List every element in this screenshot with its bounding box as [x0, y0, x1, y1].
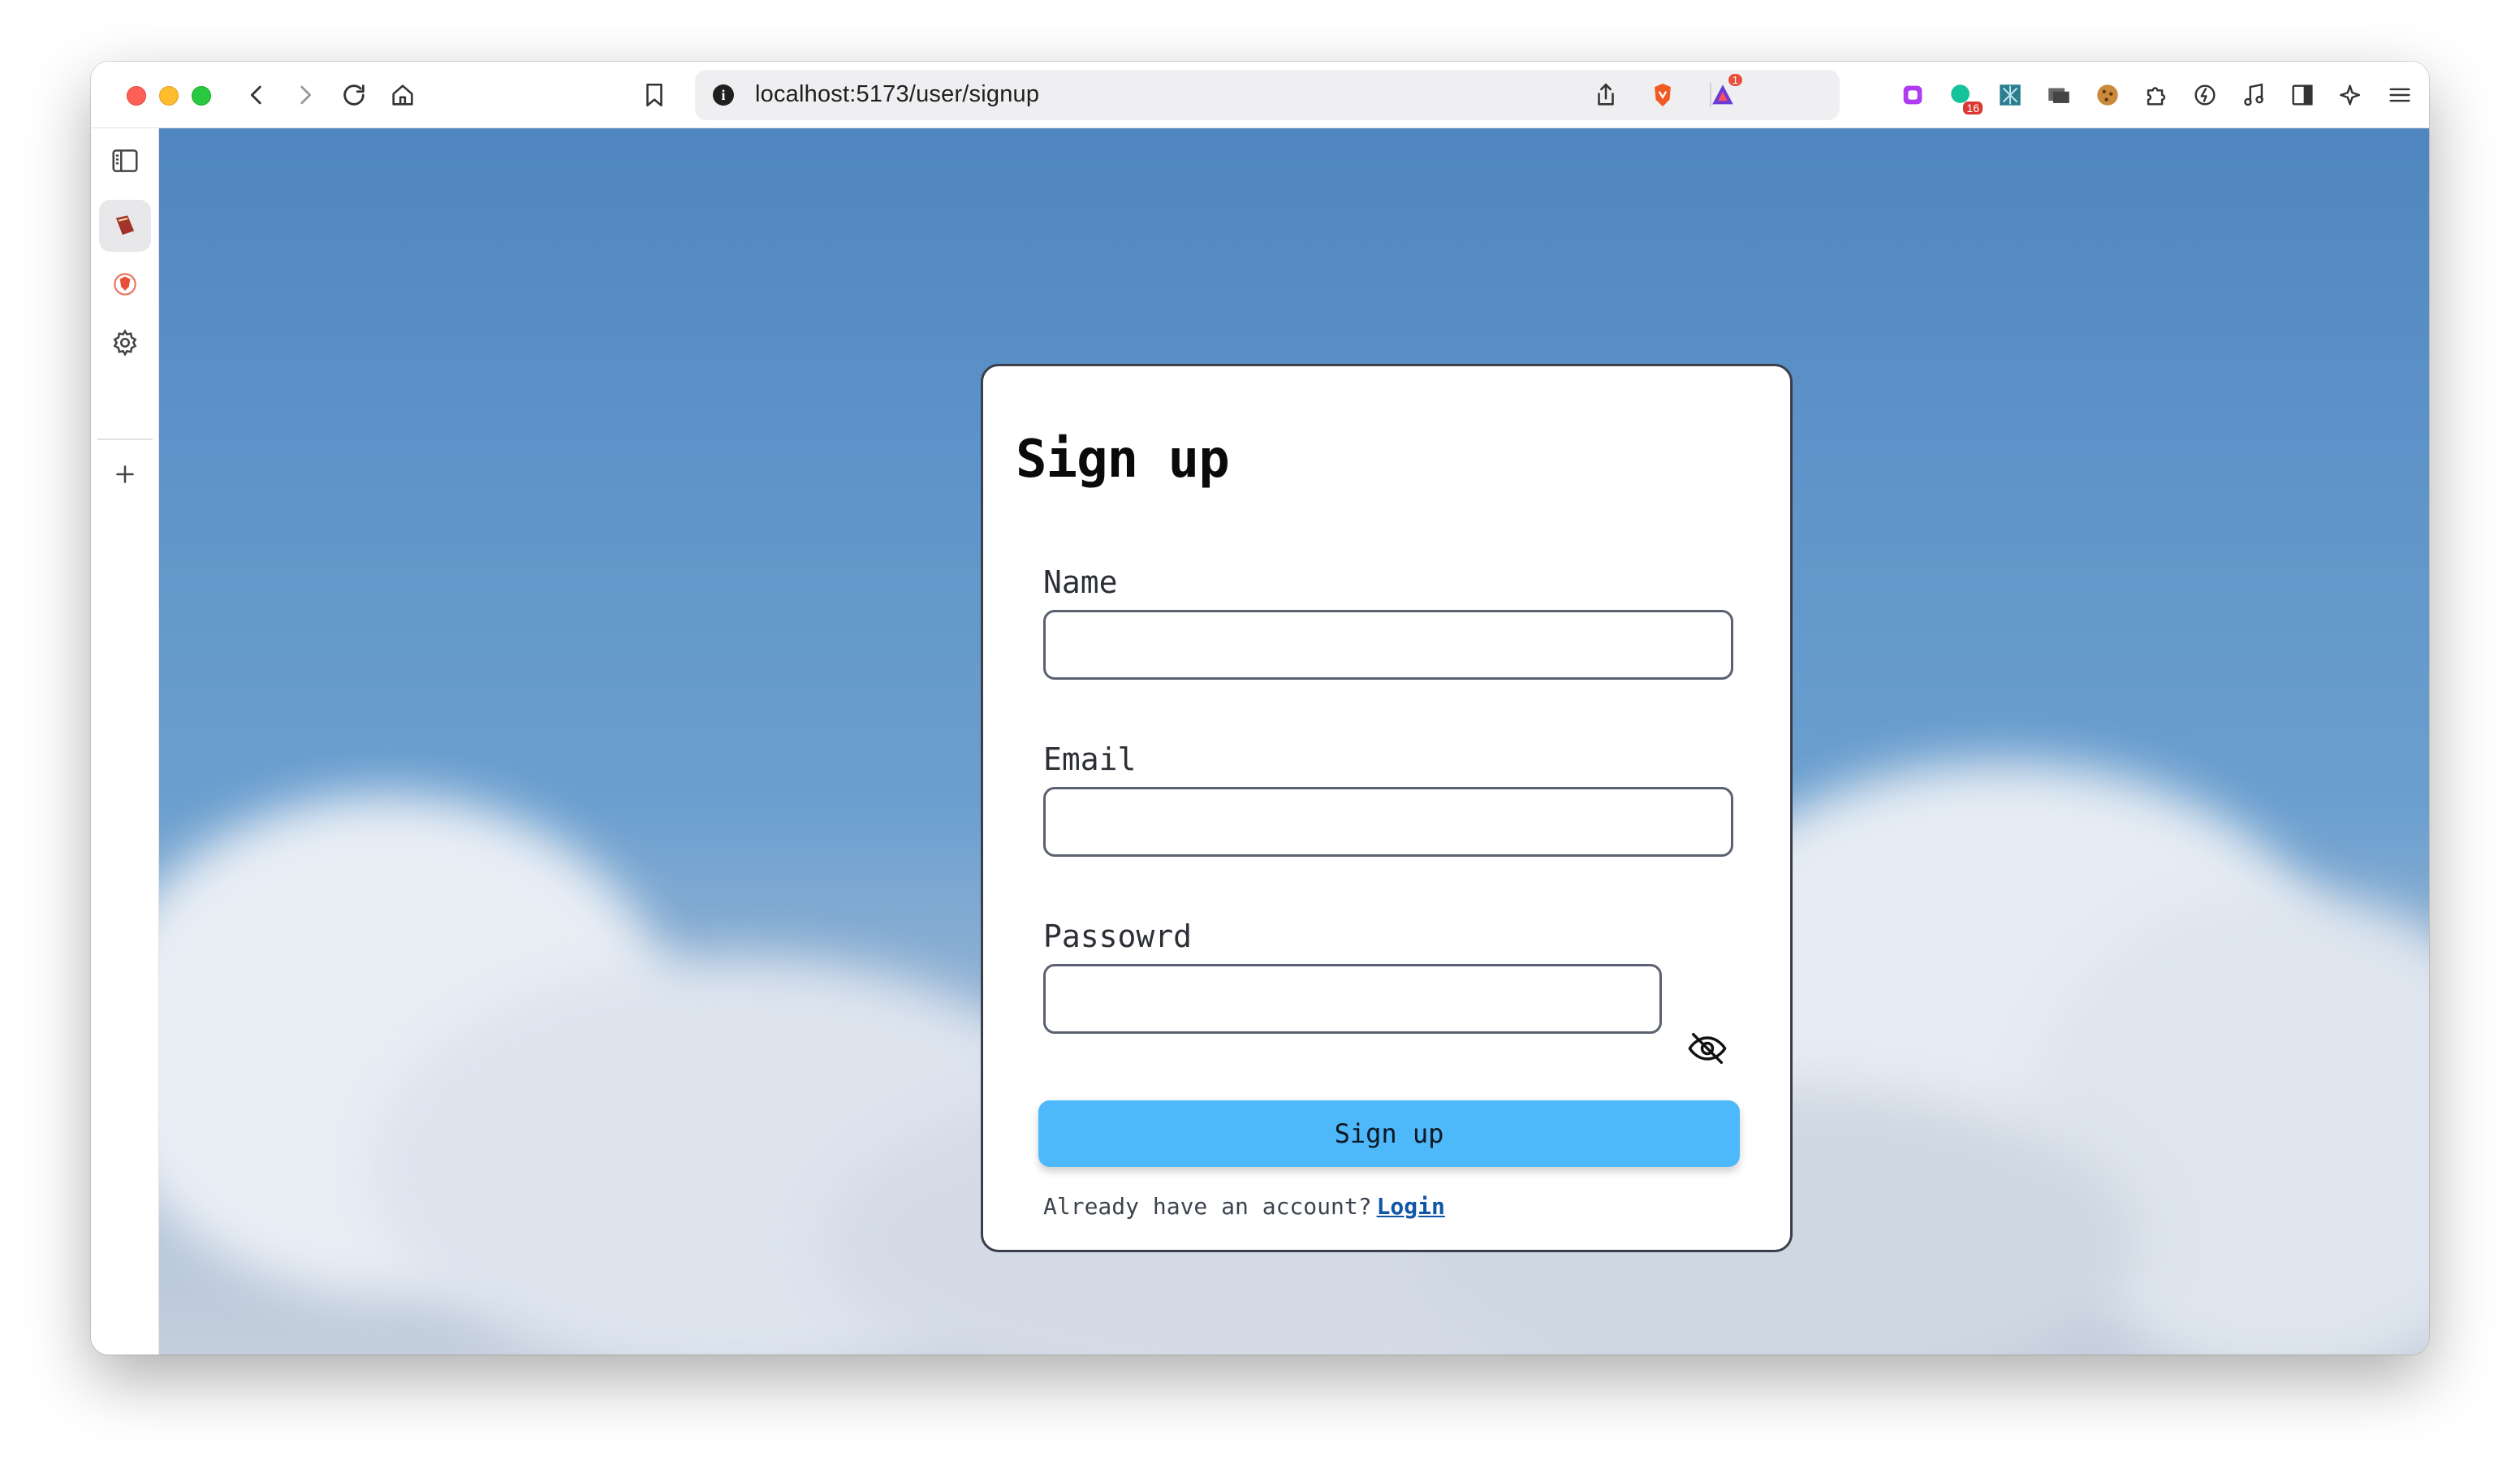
extension-network-icon[interactable] [1994, 79, 2026, 111]
password-label: Passowrd [1043, 918, 1193, 954]
page-title: Sign up [1016, 430, 1230, 490]
rewards-badge: 1 [1728, 74, 1742, 86]
url-text[interactable]: localhost:5173/user/signup [755, 81, 1039, 108]
settings-gear-icon[interactable] [99, 317, 151, 369]
password-field[interactable] [1043, 964, 1662, 1034]
minimize-window-button[interactable] [159, 86, 179, 106]
extension-badge: 16 [1963, 102, 1983, 115]
name-field[interactable] [1043, 610, 1733, 680]
close-window-button[interactable] [127, 86, 146, 106]
address-bar[interactable]: i localhost:5173/user/signup 1 [695, 70, 1840, 120]
leo-ai-icon[interactable] [2189, 79, 2221, 111]
back-icon[interactable] [240, 79, 273, 111]
page-content: Sign up Name Email Passowrd Sign up Alre… [159, 128, 2429, 1355]
sparkle-icon[interactable] [2335, 79, 2367, 111]
extensions-puzzle-icon[interactable] [2140, 79, 2173, 111]
login-link[interactable]: Login [1377, 1193, 1445, 1220]
sidebar-divider [97, 439, 153, 440]
signup-button[interactable]: Sign up [1038, 1100, 1740, 1167]
email-label: Email [1043, 741, 1137, 777]
bookmark-icon[interactable] [638, 79, 671, 111]
music-icon[interactable] [2237, 79, 2270, 111]
signup-card: Sign up Name Email Passowrd Sign up Alre… [981, 364, 1793, 1252]
extension-purple-icon[interactable] [1896, 79, 1929, 111]
browser-sidebar [91, 128, 159, 1355]
share-icon[interactable] [1590, 79, 1622, 111]
login-prompt: Already have an account? Login [1043, 1193, 1445, 1220]
name-label: Name [1043, 564, 1118, 600]
home-icon[interactable] [386, 79, 419, 111]
login-prompt-text: Already have an account? [1043, 1193, 1372, 1220]
sidebar-panel-icon[interactable] [99, 135, 151, 187]
menu-icon[interactable] [2384, 79, 2416, 111]
extension-grammar-icon[interactable]: 16 [1945, 79, 1983, 115]
brave-shields-icon[interactable] [1646, 79, 1679, 111]
sidebar-toggle-icon[interactable] [2286, 79, 2319, 111]
forward-icon[interactable] [289, 79, 321, 111]
sidebar-brave-talk-icon[interactable] [99, 258, 151, 310]
extension-cookie-icon[interactable] [2091, 79, 2124, 111]
browser-window: i localhost:5173/user/signup 1 16 Sign u… [91, 62, 2429, 1355]
toggle-password-visibility-icon[interactable] [1685, 1026, 1730, 1071]
browser-toolbar: i localhost:5173/user/signup 1 16 [91, 62, 2429, 128]
sidebar-reading-list-icon[interactable] [99, 200, 151, 252]
reload-icon[interactable] [338, 79, 370, 111]
email-field[interactable] [1043, 787, 1733, 857]
extension-windows-icon[interactable] [2043, 79, 2075, 111]
brave-rewards-icon[interactable]: 1 [1707, 74, 1742, 111]
maximize-window-button[interactable] [192, 86, 211, 106]
site-info-icon[interactable]: i [713, 84, 734, 106]
add-sidebar-item-icon[interactable] [99, 448, 151, 500]
